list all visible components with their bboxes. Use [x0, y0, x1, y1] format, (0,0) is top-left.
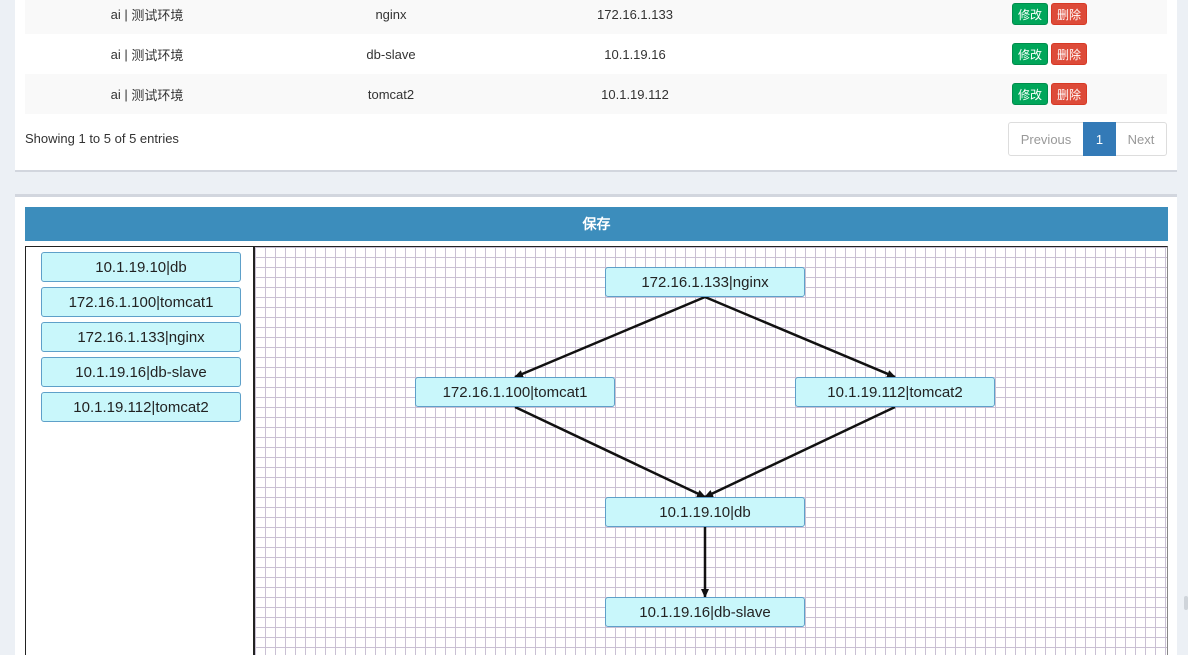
edge-tomcat1-to-db [514, 405, 706, 499]
node-db-slave[interactable]: 10.1.19.16|db-slave [605, 597, 805, 627]
node-db[interactable]: 10.1.19.10|db [605, 497, 805, 527]
env-name: 测试环境 [131, 47, 184, 63]
env-name: 测试环境 [131, 7, 184, 23]
save-button[interactable]: 保存 [25, 207, 1168, 241]
node-nginx[interactable]: 172.16.1.133|nginx [605, 267, 805, 297]
table-row: ai | 测试环境 tomcat2 10.1.19.112 修改 删除 [25, 74, 1167, 114]
server-ip-cell: 10.1.19.16 [604, 46, 666, 62]
env-name: 测试环境 [131, 87, 184, 103]
pagination: Previous 1 Next [1008, 122, 1167, 156]
topology-canvas[interactable]: 172.16.1.133|nginx 172.16.1.100|tomcat1 … [255, 246, 1168, 655]
edit-button[interactable]: 修改 [1012, 3, 1049, 25]
env-separator: | [120, 86, 132, 102]
node-tomcat1[interactable]: 172.16.1.100|tomcat1 [415, 377, 615, 407]
table-row: ai | 测试环境 db-slave 10.1.19.16 修改 删除 [25, 34, 1167, 74]
env-prefix: ai [110, 6, 121, 22]
env-cell: ai | 测试环境 [25, 0, 269, 34]
env-cell: ai | 测试环境 [25, 74, 269, 114]
server-name-cell: nginx [375, 6, 407, 22]
env-separator: | [120, 6, 132, 22]
scrollbar[interactable] [1184, 596, 1188, 610]
palette-node[interactable]: 10.1.19.16|db-slave [41, 357, 241, 387]
env-separator: | [120, 46, 132, 62]
actions-cell: 修改 删除 [985, 0, 1145, 34]
server-ip-cell: 172.16.1.133 [597, 6, 673, 22]
table-info: Showing 1 to 5 of 5 entries [25, 131, 179, 146]
actions-cell: 修改 删除 [985, 34, 1145, 74]
env-cell: ai | 测试环境 [25, 34, 269, 74]
node-tomcat2[interactable]: 10.1.19.112|tomcat2 [795, 377, 995, 407]
previous-page-button[interactable]: Previous [1008, 122, 1084, 156]
next-page-button[interactable]: Next [1115, 122, 1167, 156]
page-1-button[interactable]: 1 [1083, 122, 1116, 156]
edit-button[interactable]: 修改 [1012, 43, 1049, 65]
node-palette: 10.1.19.10|db 172.16.1.100|tomcat1 172.1… [25, 246, 255, 655]
palette-node[interactable]: 10.1.19.112|tomcat2 [41, 392, 241, 422]
edge-tomcat2-to-db [704, 405, 896, 499]
edge-nginx-to-tomcat2 [704, 295, 896, 379]
server-name-cell: tomcat2 [367, 86, 415, 102]
palette-node[interactable]: 10.1.19.10|db [41, 252, 241, 282]
server-name-cell: db-slave [366, 46, 416, 62]
palette-node[interactable]: 172.16.1.100|tomcat1 [41, 287, 241, 317]
server-ip-cell: 10.1.19.112 [601, 86, 669, 102]
palette-node[interactable]: 172.16.1.133|nginx [41, 322, 241, 352]
delete-button[interactable]: 删除 [1051, 43, 1088, 65]
servers-table-panel: ai | 测试环境 nginx 172.16.1.133 修改 删除 ai | … [15, 0, 1177, 172]
delete-button[interactable]: 删除 [1051, 83, 1088, 105]
env-prefix: ai [110, 86, 121, 102]
edge-nginx-to-tomcat1 [514, 295, 706, 379]
edit-button[interactable]: 修改 [1012, 83, 1049, 105]
table-row: ai | 测试环境 nginx 172.16.1.133 修改 删除 [25, 0, 1167, 34]
actions-cell: 修改 删除 [985, 74, 1145, 114]
edges-layer [514, 295, 896, 598]
topology-panel: 保存 10.1.19.10|db 172.16.1.100|tomcat1 17… [15, 194, 1177, 655]
delete-button[interactable]: 删除 [1051, 3, 1088, 25]
env-prefix: ai [110, 46, 121, 62]
